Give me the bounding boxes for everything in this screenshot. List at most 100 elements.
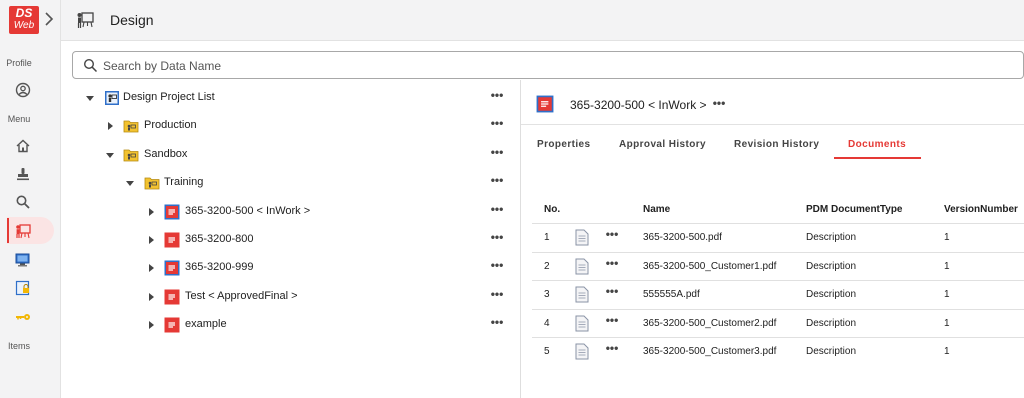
column-header-no[interactable]: No. <box>544 204 560 215</box>
more-options-icon[interactable]: ••• <box>602 314 622 326</box>
design-item-red-icon <box>164 232 180 248</box>
tree-node-label: Sandbox <box>144 148 188 160</box>
search-box[interactable] <box>72 51 1024 79</box>
document-icon[interactable] <box>575 286 589 303</box>
tree-node[interactable]: Training ••• <box>72 169 520 197</box>
table-row[interactable]: 5 ••• 365-3200-500_Customer3.pdf Descrip… <box>532 337 1024 366</box>
more-options-icon[interactable]: ••• <box>487 174 507 190</box>
tree-node-label: Design Project List <box>123 91 215 103</box>
cell-no: 2 <box>544 261 550 272</box>
detail-header-divider <box>521 124 1024 125</box>
document-icon[interactable] <box>575 258 589 275</box>
design-item-blue-icon <box>164 204 180 220</box>
folder-icon <box>144 177 160 190</box>
more-options-icon[interactable]: ••• <box>487 203 507 219</box>
caret-down-icon[interactable] <box>125 178 135 188</box>
app-logo[interactable]: DS Web <box>9 6 39 34</box>
tree-node[interactable]: 365-3200-500 < InWork > ••• <box>72 198 520 226</box>
tree-node[interactable]: example ••• <box>72 311 520 339</box>
tree-node[interactable]: Production ••• <box>72 112 520 140</box>
caret-right-icon[interactable] <box>146 292 156 302</box>
design-item-blue-icon <box>536 95 554 113</box>
table-row[interactable]: 4 ••• 365-3200-500_Customer2.pdf Descrip… <box>532 309 1024 338</box>
tab-documents[interactable]: Documents <box>848 139 906 150</box>
more-options-icon[interactable]: ••• <box>487 288 507 304</box>
cell-name[interactable]: 555555A.pdf <box>643 289 700 300</box>
cell-no: 3 <box>544 289 550 300</box>
more-options-icon[interactable]: ••• <box>487 259 507 275</box>
document-icon[interactable] <box>575 229 589 246</box>
design-icon[interactable] <box>8 220 38 242</box>
detail-title: 365-3200-500 < InWork > <box>570 98 707 112</box>
cell-doc-type: Description <box>806 261 857 272</box>
column-header-doc-type[interactable]: PDM DocumentType <box>806 204 903 215</box>
caret-right-icon[interactable] <box>105 121 115 131</box>
column-header-version[interactable]: VersionNumber <box>944 204 1018 215</box>
design-item-red-icon <box>164 317 180 333</box>
more-options-icon[interactable]: ••• <box>487 316 507 332</box>
tree-node[interactable]: Sandbox ••• <box>72 141 520 169</box>
caret-right-icon[interactable] <box>146 235 156 245</box>
tab-approval-history[interactable]: Approval History <box>619 139 706 150</box>
folder-icon <box>123 149 139 162</box>
stamp-icon[interactable] <box>8 163 38 185</box>
more-options-icon[interactable]: ••• <box>602 257 622 269</box>
caret-down-icon[interactable] <box>105 150 115 160</box>
search-icon[interactable] <box>8 191 38 213</box>
logo-text-web: Web <box>13 20 35 31</box>
caret-right-icon[interactable] <box>146 207 156 217</box>
cell-version: 1 <box>944 318 950 329</box>
expand-rail-chevron-icon[interactable] <box>43 10 55 28</box>
caret-right-icon[interactable] <box>146 263 156 273</box>
more-options-icon[interactable]: ••• <box>602 228 622 240</box>
rail-section-items: Items <box>7 341 30 351</box>
tab-properties[interactable]: Properties <box>537 139 590 150</box>
search-input[interactable] <box>103 57 703 74</box>
logo-text-ds: DS <box>15 6 33 20</box>
more-options-icon[interactable]: ••• <box>487 117 507 133</box>
document-icon[interactable] <box>575 315 589 332</box>
tree-node[interactable]: Test < ApprovedFinal > ••• <box>72 283 520 311</box>
table-row[interactable]: 2 ••• 365-3200-500_Customer1.pdf Descrip… <box>532 252 1024 281</box>
more-options-icon[interactable]: ••• <box>602 342 622 354</box>
page-title: Design <box>110 12 154 28</box>
cell-name[interactable]: 365-3200-500.pdf <box>643 232 722 243</box>
tree-node[interactable]: 365-3200-999 ••• <box>72 254 520 282</box>
cell-version: 1 <box>944 232 950 243</box>
column-header-name[interactable]: Name <box>643 204 670 215</box>
tab-revision-history[interactable]: Revision History <box>734 139 819 150</box>
more-options-icon[interactable]: ••• <box>709 97 729 109</box>
tree-node[interactable]: Design Project List ••• <box>72 84 520 112</box>
cell-no: 4 <box>544 318 550 329</box>
home-icon[interactable] <box>8 135 38 157</box>
more-options-icon[interactable]: ••• <box>487 146 507 162</box>
more-options-icon[interactable]: ••• <box>487 89 507 105</box>
more-options-icon[interactable]: ••• <box>487 231 507 247</box>
cell-doc-type: Description <box>806 232 857 243</box>
design-header-icon <box>77 12 94 28</box>
search-icon <box>83 58 98 73</box>
page-header: Design <box>61 0 1024 41</box>
key-icon[interactable] <box>8 306 38 328</box>
table-row[interactable]: 1 ••• 365-3200-500.pdf Description 1 <box>532 223 1024 252</box>
caret-down-icon[interactable] <box>85 93 95 103</box>
monitor-icon[interactable] <box>8 249 38 271</box>
rail-section-menu: Menu <box>7 114 31 124</box>
more-options-icon[interactable]: ••• <box>602 285 622 297</box>
cell-no: 5 <box>544 346 550 357</box>
tree-node-label: example <box>185 318 227 330</box>
lock-doc-icon[interactable] <box>8 277 38 299</box>
table-row[interactable]: 3 ••• 555555A.pdf Description 1 <box>532 280 1024 309</box>
cell-name[interactable]: 365-3200-500_Customer3.pdf <box>643 346 776 357</box>
cell-name[interactable]: 365-3200-500_Customer2.pdf <box>643 318 776 329</box>
tree-node-label: 365-3200-800 <box>185 233 254 245</box>
document-icon[interactable] <box>575 343 589 360</box>
caret-right-icon[interactable] <box>146 320 156 330</box>
cell-version: 1 <box>944 346 950 357</box>
tree-node-label: 365-3200-500 < InWork > <box>185 205 311 217</box>
cell-name[interactable]: 365-3200-500_Customer1.pdf <box>643 261 776 272</box>
tree-node[interactable]: 365-3200-800 ••• <box>72 226 520 254</box>
panel-divider[interactable] <box>520 80 521 398</box>
cell-version: 1 <box>944 261 950 272</box>
profile-icon[interactable] <box>8 79 38 101</box>
